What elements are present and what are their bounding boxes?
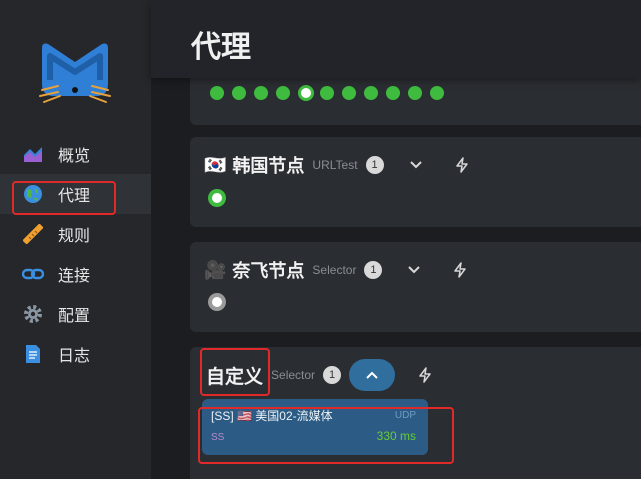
group-type: URLTest [312,158,358,172]
sidebar-item-label: 配置 [58,308,91,325]
group-type: Selector [312,263,357,277]
sidebar: 概览 代理 规则 连接 配置 日志 [0,0,151,479]
overview-chart-icon [22,143,44,165]
movie-camera-icon: 🎥 [204,259,227,280]
sidebar-item-proxy[interactable]: 代理 [0,174,151,214]
proxy-group-netflix: 🎥 奈飞节点 Selector 1 [190,242,641,332]
proxy-dot[interactable] [210,86,224,100]
page-title: 代理 [191,31,251,64]
link-icon [22,263,44,285]
proxy-group-korea: 🇰🇷 韩国节点 URLTest 1 [190,137,641,227]
sidebar-item-rules[interactable]: 规则 [0,214,151,254]
proxy-count-badge: 1 [365,156,384,174]
group-type: Selector [271,368,316,382]
chevron-down-icon [408,266,421,274]
proxy-name: [SS] 🇺🇸 美国02-流媒体 [211,409,333,423]
expand-button[interactable] [404,153,428,177]
proxy-item[interactable]: [SS] 🇺🇸 美国02-流媒体 UDP SS 330 ms [202,399,428,455]
lightning-icon [455,157,468,173]
chevron-up-icon [366,371,378,379]
sidebar-item-config[interactable]: 配置 [0,294,151,334]
proxy-dot[interactable] [232,86,246,100]
collapse-button[interactable] [349,359,396,391]
page-header: 代理 [151,0,641,78]
sidebar-item-label: 代理 [58,188,91,205]
chevron-down-icon [409,161,422,169]
proxy-latency: 330 ms [376,429,416,443]
proxy-dot[interactable] [430,86,444,100]
expand-button[interactable] [402,258,426,282]
proxy-dot-selected[interactable] [208,293,226,311]
sidebar-item-label: 规则 [58,228,91,245]
proxy-dot[interactable] [408,86,422,100]
sidebar-item-label: 连接 [58,268,91,285]
sidebar-item-label: 日志 [58,348,91,365]
lightning-icon [419,367,431,383]
document-icon [22,343,44,365]
udp-badge: UDP [394,410,416,421]
korea-flag-icon: 🇰🇷 [204,154,227,175]
sidebar-item-overview[interactable]: 概览 [0,134,151,174]
sidebar-item-logs[interactable]: 日志 [0,334,151,374]
sidebar-item-label: 概览 [58,148,91,165]
proxy-type: SS [211,432,225,443]
group-name: 韩国节点 [232,156,305,176]
proxy-dot[interactable] [386,86,400,100]
group-name: 自定义 [206,366,264,388]
proxy-count-badge: 1 [364,261,383,279]
globe-icon [22,183,44,205]
proxy-dot[interactable] [276,86,290,100]
proxy-dot-selected[interactable] [208,189,226,207]
app-logo [39,43,111,103]
ruler-icon [22,223,44,245]
proxy-dot[interactable] [342,86,356,100]
proxy-group-custom: 自定义 Selector 1 [SS] 🇺🇸 美国02-流媒体 UDP SS 3… [190,347,641,479]
sidebar-item-connections[interactable]: 连接 [0,254,151,294]
proxy-dot[interactable] [254,86,268,100]
gear-icon [22,303,44,325]
proxy-dot[interactable] [320,86,334,100]
main-panel: 代理 🇰🇷 韩国节点 URLTest 1 🎥 奈飞节点 Selector 1 自… [151,0,641,479]
proxy-dot[interactable] [364,86,378,100]
latency-test-button[interactable] [450,153,474,177]
group-name: 奈飞节点 [232,261,305,281]
latency-test-button[interactable] [448,258,472,282]
proxy-count-badge: 1 [323,366,342,384]
lightning-icon [454,262,467,278]
proxy-dot-selected[interactable] [298,85,314,101]
latency-test-button[interactable] [413,363,437,387]
